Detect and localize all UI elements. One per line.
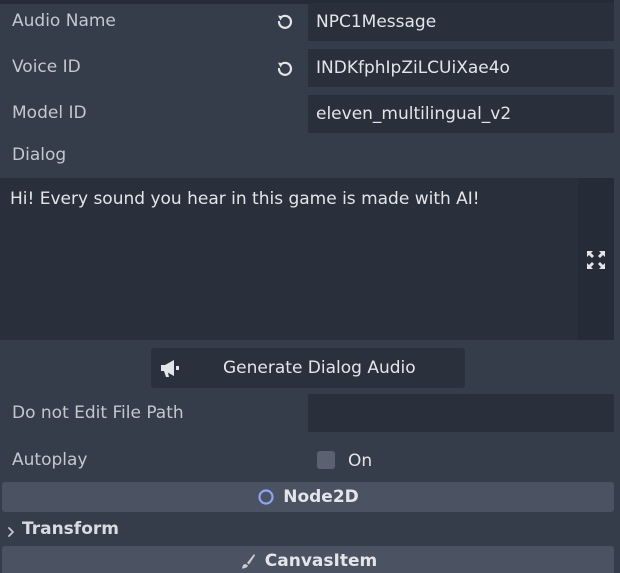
megaphone-icon — [159, 357, 181, 379]
model-id-label: Model ID — [12, 103, 87, 123]
node2d-label: Node2D — [283, 487, 359, 507]
generate-dialog-audio-label: Generate Dialog Audio — [223, 358, 416, 378]
autoplay-checkbox[interactable] — [317, 451, 335, 469]
voice-id-label: Voice ID — [12, 57, 81, 77]
autoplay-on-label: On — [348, 451, 373, 471]
circle-icon — [257, 488, 275, 506]
canvasitem-section-header[interactable]: CanvasItem — [2, 546, 614, 573]
expand-icon[interactable] — [584, 248, 608, 272]
canvasitem-label: CanvasItem — [264, 551, 378, 571]
audio-name-field[interactable]: NPC1Message — [308, 3, 614, 41]
brush-icon — [239, 552, 257, 570]
node2d-section-header[interactable]: Node2D — [2, 482, 614, 512]
revert-icon[interactable] — [274, 11, 296, 33]
inspector-panel: Audio Name NPC1Message Voice ID INDKfphI… — [0, 0, 620, 573]
generate-dialog-audio-button[interactable]: Generate Dialog Audio — [151, 348, 465, 388]
file-path-field[interactable] — [308, 394, 614, 432]
transform-label: Transform — [22, 519, 119, 539]
autoplay-label: Autoplay — [12, 450, 88, 470]
audio-name-label: Audio Name — [12, 11, 116, 31]
voice-id-field[interactable]: INDKfphIpZiLCUiXae4o — [308, 49, 614, 87]
dialog-textarea[interactable]: Hi! Every sound you hear in this game is… — [0, 178, 578, 340]
chevron-right-icon — [6, 523, 16, 537]
revert-icon[interactable] — [274, 58, 296, 80]
file-path-label: Do not Edit File Path — [12, 403, 184, 423]
model-id-field[interactable]: eleven_multilingual_v2 — [308, 95, 614, 133]
dialog-label: Dialog — [12, 145, 67, 165]
transform-group[interactable]: Transform — [6, 517, 119, 541]
